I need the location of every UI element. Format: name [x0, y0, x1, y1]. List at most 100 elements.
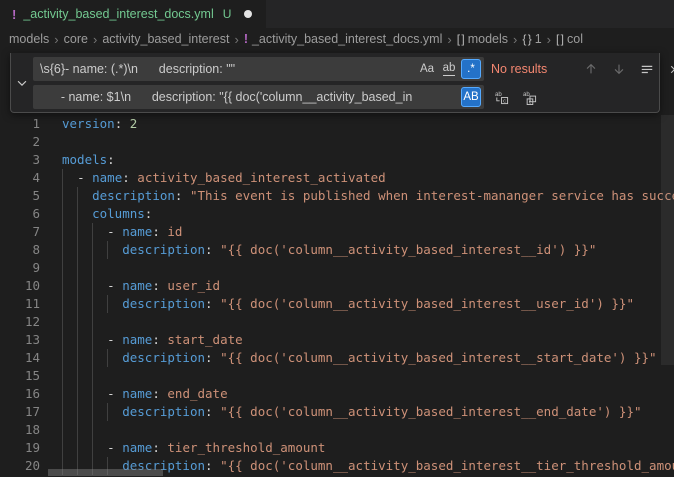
indent-guide — [107, 349, 108, 367]
replace-icon: abc — [494, 90, 509, 105]
code-line: 9 — [0, 259, 674, 277]
replace-button[interactable]: abc — [491, 87, 512, 108]
indent-guide — [62, 421, 63, 439]
previous-match-button[interactable] — [580, 59, 601, 80]
code-line-content[interactable]: - name: id — [40, 223, 674, 241]
line-number[interactable]: 7 — [0, 223, 40, 241]
indent-guide — [62, 313, 63, 331]
preserve-case-button[interactable]: AB — [461, 87, 481, 107]
indent-guide — [77, 421, 78, 439]
match-case-button[interactable]: Aa — [417, 59, 437, 79]
indent-guide — [62, 187, 63, 205]
line-number[interactable]: 1 — [0, 115, 40, 133]
breadcrumb-item-models[interactable]: models — [9, 32, 49, 46]
line-number[interactable]: 18 — [0, 421, 40, 439]
horizontal-scrollbar[interactable] — [48, 469, 163, 476]
breadcrumb-item-activity_based_interest[interactable]: activity_based_interest — [102, 32, 229, 46]
breadcrumb-item-col[interactable]: [ ]col — [556, 32, 583, 46]
line-number[interactable]: 6 — [0, 205, 40, 223]
line-number[interactable]: 12 — [0, 313, 40, 331]
replace-all-button[interactable]: abc — [519, 87, 540, 108]
indent-guide — [77, 187, 78, 205]
code-line-content[interactable]: description: "{{ doc('column__activity_b… — [40, 349, 674, 367]
toggle-replace-button[interactable] — [11, 53, 32, 112]
indent-guide — [77, 295, 78, 313]
code-line-content[interactable] — [40, 313, 674, 331]
line-number[interactable]: 20 — [0, 457, 40, 475]
line-number[interactable]: 16 — [0, 385, 40, 403]
code-line: 1version: 2 — [0, 115, 674, 133]
code-line-content[interactable] — [40, 133, 674, 151]
indent-guide — [62, 259, 63, 277]
code-line-content[interactable] — [40, 421, 674, 439]
code-line-content[interactable]: - name: user_id — [40, 277, 674, 295]
yaml-file-icon: ! — [12, 7, 16, 22]
code-line: 10 - name: user_id — [0, 277, 674, 295]
indent-guide — [92, 295, 93, 313]
find-status: No results — [491, 62, 573, 76]
code-line-content[interactable]: - name: start_date — [40, 331, 674, 349]
code-line: 3models: — [0, 151, 674, 169]
code-line: 13 - name: start_date — [0, 331, 674, 349]
line-number[interactable]: 5 — [0, 187, 40, 205]
line-number[interactable]: 19 — [0, 439, 40, 457]
line-number[interactable]: 11 — [0, 295, 40, 313]
whole-word-button[interactable]: ab — [439, 59, 459, 79]
code-line: 14 description: "{{ doc('column__activit… — [0, 349, 674, 367]
line-number[interactable]: 13 — [0, 331, 40, 349]
breadcrumb-item-1[interactable]: { }1 — [522, 32, 541, 46]
replace-input[interactable] — [33, 85, 484, 109]
tab-label: _activity_based_interest_docs.yml — [23, 7, 213, 21]
code-line: 17 description: "{{ doc('column__activit… — [0, 403, 674, 421]
regex-button[interactable]: .* — [461, 59, 481, 79]
modified-dot-icon[interactable] — [244, 10, 252, 18]
code-line-content[interactable]: description: "{{ doc('column__activity_b… — [40, 295, 674, 313]
find-in-selection-button[interactable] — [636, 59, 657, 80]
line-number[interactable]: 10 — [0, 277, 40, 295]
code-line-content[interactable]: models: — [40, 151, 674, 169]
svg-text:c: c — [529, 99, 532, 105]
line-number[interactable]: 17 — [0, 403, 40, 421]
code-line-content[interactable]: - name: activity_based_interest_activate… — [40, 169, 674, 187]
breadcrumb-item-_activity_based_interest_docs.yml[interactable]: !_activity_based_interest_docs.yml — [244, 32, 443, 46]
code-line: 15 — [0, 367, 674, 385]
close-button[interactable] — [664, 59, 674, 80]
vertical-scrollbar[interactable] — [661, 115, 674, 365]
code-line-content[interactable]: columns: — [40, 205, 674, 223]
editor-code-area[interactable]: 1version: 223models:4 - name: activity_b… — [0, 115, 674, 475]
indent-guide — [92, 439, 93, 457]
indent-guide — [77, 223, 78, 241]
code-line-content[interactable]: description: "{{ doc('column__activity_b… — [40, 241, 674, 259]
code-line: 16 - name: end_date — [0, 385, 674, 403]
indent-guide — [77, 367, 78, 385]
tab-activity-based-interest-docs[interactable]: ! _activity_based_interest_docs.yml U — [0, 0, 267, 28]
code-line-content[interactable]: - name: end_date — [40, 385, 674, 403]
line-number[interactable]: 14 — [0, 349, 40, 367]
yaml-symbol-icon: ! — [244, 32, 248, 46]
code-line-content[interactable] — [40, 259, 674, 277]
breadcrumb-separator-icon: › — [513, 32, 517, 47]
tab-bar: ! _activity_based_interest_docs.yml U — [0, 0, 674, 28]
code-line-content[interactable]: - name: tier_threshold_amount — [40, 439, 674, 457]
code-line: 11 description: "{{ doc('column__activit… — [0, 295, 674, 313]
indent-guide — [62, 349, 63, 367]
object-symbol-icon: { } — [522, 32, 530, 46]
line-number[interactable]: 8 — [0, 241, 40, 259]
next-match-button[interactable] — [608, 59, 629, 80]
breadcrumb-item-core[interactable]: core — [64, 32, 88, 46]
code-line: 4 - name: activity_based_interest_activa… — [0, 169, 674, 187]
indent-guide — [62, 385, 63, 403]
code-line-content[interactable]: description: "This event is published wh… — [40, 187, 674, 205]
breadcrumb-item-models[interactable]: [ ]models — [457, 32, 508, 46]
code-line-content[interactable] — [40, 367, 674, 385]
line-number[interactable]: 2 — [0, 133, 40, 151]
code-line-content[interactable]: version: 2 — [40, 115, 674, 133]
line-number[interactable]: 4 — [0, 169, 40, 187]
line-number[interactable]: 9 — [0, 259, 40, 277]
code-line: 18 — [0, 421, 674, 439]
breadcrumb-label: models — [9, 32, 49, 46]
line-number[interactable]: 15 — [0, 367, 40, 385]
find-in-selection-icon — [640, 62, 654, 76]
line-number[interactable]: 3 — [0, 151, 40, 169]
code-line-content[interactable]: description: "{{ doc('column__activity_b… — [40, 403, 674, 421]
